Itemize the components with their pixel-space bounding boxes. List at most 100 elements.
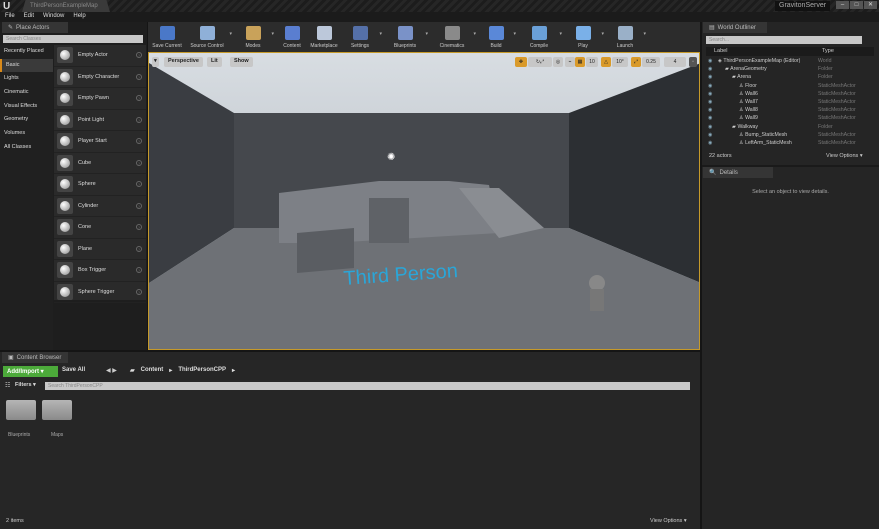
toolbar-marketplace-button[interactable]: Marketplace: [306, 22, 342, 52]
filters-button[interactable]: Filters ▾: [15, 382, 36, 388]
menu-edit[interactable]: Edit: [24, 13, 34, 21]
outliner-row[interactable]: ◉▰ ArenaFolder: [702, 73, 872, 81]
history-arrows[interactable]: ◀ ▶: [106, 367, 117, 374]
scale-snap-icon[interactable]: ⤢: [631, 57, 641, 67]
outliner-row[interactable]: ◉♙ Wall6StaticMeshActor: [702, 90, 872, 98]
show-button[interactable]: Show: [230, 57, 253, 67]
breadcrumb-content[interactable]: Content: [141, 367, 164, 374]
actor-item[interactable]: Box Trigger?: [54, 260, 146, 282]
maximize-button[interactable]: □: [850, 1, 863, 9]
actor-item[interactable]: Plane?: [54, 239, 146, 261]
toolbar-content-button[interactable]: Content: [278, 22, 306, 52]
outliner-view-options[interactable]: View Options ▾: [826, 153, 863, 159]
outliner-row[interactable]: ◉♙ Wall7StaticMeshActor: [702, 98, 872, 106]
toolbar-settings-button[interactable]: Settings▾: [342, 22, 378, 52]
toolbar-blueprints-button[interactable]: Blueprints▾: [386, 22, 424, 52]
outliner-row[interactable]: ◉◈ ThirdPersonExampleMap (Editor)World: [702, 57, 872, 65]
visibility-eye-icon[interactable]: ◉: [702, 99, 712, 105]
help-icon[interactable]: ?: [136, 224, 142, 230]
content-search-input[interactable]: Search ThirdPersonCPP: [45, 382, 690, 390]
sources-toggle-icon[interactable]: ☷: [5, 382, 10, 389]
world-outliner-tab[interactable]: ▤World Outliner: [703, 22, 767, 33]
visibility-eye-icon[interactable]: ◉: [702, 91, 712, 97]
help-icon[interactable]: ?: [136, 95, 142, 101]
level-viewport[interactable]: Third Person ✺ ▾ Perspective Lit Show ✥ …: [148, 52, 700, 350]
details-tab[interactable]: 🔍Details: [703, 167, 773, 178]
help-icon[interactable]: ?: [136, 52, 142, 58]
visibility-eye-icon[interactable]: ◉: [702, 74, 712, 80]
grid-snap-icon[interactable]: ▦: [575, 57, 585, 67]
actor-item[interactable]: Point Light?: [54, 110, 146, 132]
rotation-snap-icon[interactable]: △: [601, 57, 611, 67]
place-actors-tab[interactable]: ✎Place Actors: [2, 22, 68, 33]
lit-button[interactable]: Lit: [207, 57, 222, 67]
outliner-row[interactable]: ◉♙ LeftArm_StaticMeshStaticMeshActor: [702, 139, 872, 147]
dropdown-arrow-icon[interactable]: ▾: [601, 31, 604, 37]
actor-item[interactable]: Cone?: [54, 217, 146, 239]
outliner-row[interactable]: ◉♙ Wall8StaticMeshActor: [702, 106, 872, 114]
surface-snap-icon[interactable]: ⌁: [565, 57, 575, 67]
dropdown-arrow-icon[interactable]: ▾: [643, 31, 646, 37]
toolbar-save-current-button[interactable]: Save Current: [148, 22, 186, 52]
folder-blueprints[interactable]: [6, 400, 36, 420]
add-import-button[interactable]: Add/Import ▾: [3, 366, 58, 377]
visibility-eye-icon[interactable]: ◉: [702, 66, 712, 72]
category-item[interactable]: All Classes: [0, 141, 53, 155]
dropdown-arrow-icon[interactable]: ▾: [473, 31, 476, 37]
actor-item[interactable]: Empty Character?: [54, 67, 146, 89]
help-icon[interactable]: ?: [136, 267, 142, 273]
rotation-snap-value[interactable]: 10°: [612, 57, 628, 67]
help-icon[interactable]: ?: [136, 203, 142, 209]
toolbar-play-button[interactable]: Play▾: [566, 22, 600, 52]
toolbar-modes-button[interactable]: Modes▾: [236, 22, 270, 52]
dropdown-arrow-icon[interactable]: ▾: [513, 31, 516, 37]
visibility-eye-icon[interactable]: ◉: [702, 132, 712, 138]
outliner-search-input[interactable]: Search...: [706, 36, 862, 44]
menu-help[interactable]: Help: [73, 13, 85, 21]
actor-item[interactable]: Cube?: [54, 153, 146, 175]
close-button[interactable]: ✕: [864, 1, 877, 9]
category-item[interactable]: Visual Effects: [0, 100, 53, 114]
category-item[interactable]: Basic: [0, 59, 53, 73]
search-classes-input[interactable]: Search Classes: [3, 35, 143, 43]
toolbar-cinematics-button[interactable]: Cinematics▾: [432, 22, 472, 52]
camera-speed[interactable]: 4: [664, 57, 686, 67]
world-local-icon[interactable]: ◎: [553, 57, 563, 67]
category-item[interactable]: Geometry: [0, 113, 53, 127]
toolbar-launch-button[interactable]: Launch▾: [608, 22, 642, 52]
category-item[interactable]: Volumes: [0, 127, 53, 141]
outliner-row[interactable]: ◉♙ Bump_StaticMeshStaticMeshActor: [702, 131, 872, 139]
help-icon[interactable]: ?: [136, 246, 142, 252]
actor-item[interactable]: Empty Pawn?: [54, 88, 146, 110]
help-icon[interactable]: ?: [136, 138, 142, 144]
help-icon[interactable]: ?: [136, 181, 142, 187]
outliner-row[interactable]: ◉▰ WalkwayFolder: [702, 123, 872, 131]
visibility-eye-icon[interactable]: ◉: [702, 107, 712, 113]
dropdown-arrow-icon[interactable]: ▾: [425, 31, 428, 37]
content-browser-tab[interactable]: ▣Content Browser: [2, 352, 68, 363]
viewport-options-button[interactable]: ▾: [152, 57, 159, 67]
dropdown-arrow-icon[interactable]: ▾: [559, 31, 562, 37]
dropdown-arrow-icon[interactable]: ▾: [229, 31, 232, 37]
visibility-eye-icon[interactable]: ◉: [702, 83, 712, 89]
scale-snap-value[interactable]: 0.25: [642, 57, 660, 67]
visibility-eye-icon[interactable]: ◉: [702, 140, 712, 146]
toolbar-source-control-button[interactable]: Source Control▾: [186, 22, 228, 52]
minimize-button[interactable]: –: [836, 1, 849, 9]
perspective-button[interactable]: Perspective: [164, 57, 203, 67]
actor-item[interactable]: Empty Actor?: [54, 45, 146, 67]
rotate-scale-icon[interactable]: ↻⤢: [528, 57, 552, 67]
content-view-options[interactable]: View Options ▾: [650, 518, 687, 524]
visibility-eye-icon[interactable]: ◉: [702, 115, 712, 121]
dropdown-arrow-icon[interactable]: ▾: [271, 31, 274, 37]
grid-snap-value[interactable]: 10: [586, 57, 598, 67]
translate-icon[interactable]: ✥: [515, 57, 527, 67]
outliner-row[interactable]: ◉▰ ArenaGeometryFolder: [702, 65, 872, 73]
actor-item[interactable]: Sphere?: [54, 174, 146, 196]
character-mannequin[interactable]: [589, 275, 605, 291]
help-icon[interactable]: ?: [136, 74, 142, 80]
help-icon[interactable]: ?: [136, 117, 142, 123]
menu-file[interactable]: File: [5, 13, 15, 21]
actor-item[interactable]: Sphere Trigger?: [54, 282, 146, 304]
category-item[interactable]: Cinematic: [0, 86, 53, 100]
